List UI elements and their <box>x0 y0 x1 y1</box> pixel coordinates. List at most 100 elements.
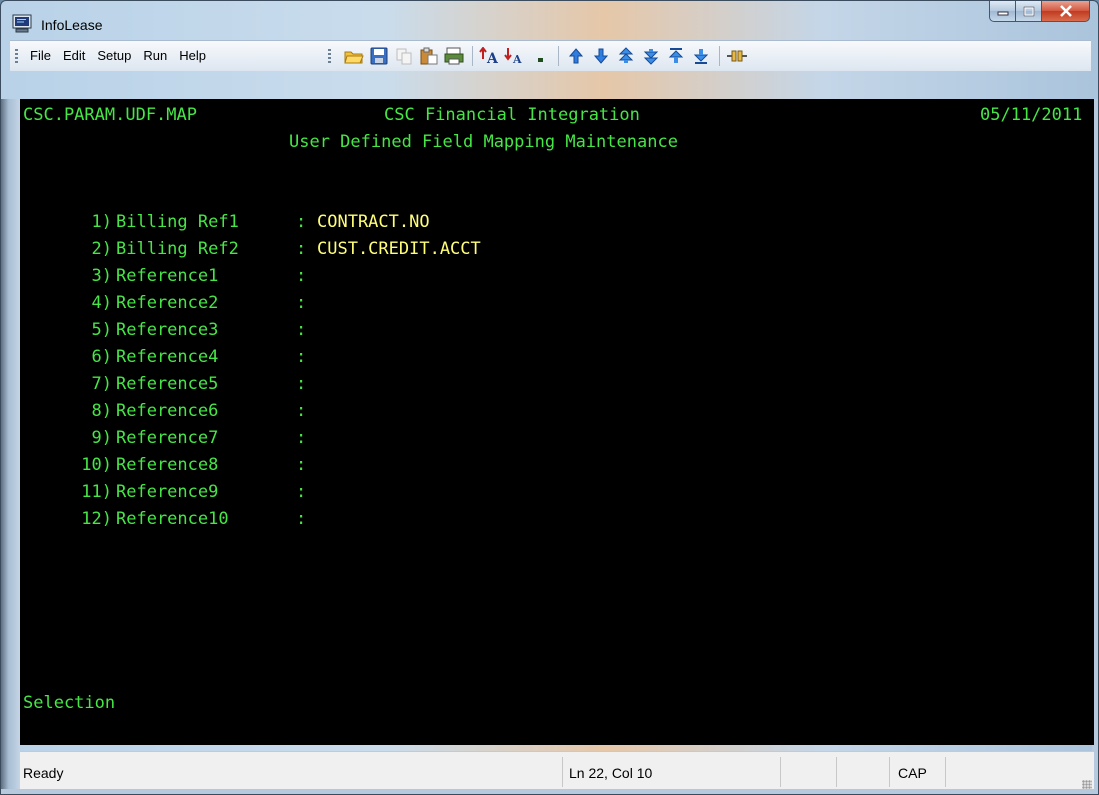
toolbar-separator <box>719 46 720 66</box>
svg-text:A: A <box>486 51 499 65</box>
menu-run[interactable]: Run <box>143 48 167 63</box>
go-top-button[interactable] <box>664 45 688 67</box>
status-caps: CAP <box>889 757 945 787</box>
field-separator: : <box>296 482 307 502</box>
window-frame-bottom <box>1 789 1098 794</box>
field-label[interactable]: Reference8 <box>116 455 218 475</box>
field-label[interactable]: Reference4 <box>116 347 218 367</box>
field-separator: : <box>296 266 307 286</box>
print-button[interactable] <box>442 45 466 67</box>
font-smaller-button[interactable]: A <box>503 45 527 67</box>
connect-button[interactable] <box>725 45 749 67</box>
program-id: CSC.PARAM.UDF.MAP <box>23 105 197 125</box>
field-separator: : <box>296 347 307 367</box>
caption-buttons <box>989 1 1090 23</box>
field-label[interactable]: Reference7 <box>116 428 218 448</box>
font-larger-button[interactable]: A <box>478 45 502 67</box>
field-separator: : <box>296 509 307 529</box>
window-title: InfoLease <box>41 17 103 33</box>
screen-title: CSC Financial Integration <box>384 105 640 125</box>
toolbar: A A <box>342 45 750 67</box>
status-ready: Ready <box>23 765 64 781</box>
field-number: 2) <box>91 239 112 259</box>
open-icon <box>344 51 364 64</box>
toolbar-grip[interactable] <box>328 49 331 65</box>
toolbar-separator <box>558 46 559 66</box>
field-label[interactable]: Reference1 <box>116 266 218 286</box>
status-pane-empty-2 <box>836 757 889 787</box>
terminal-screen[interactable]: CSC.PARAM.UDF.MAP CSC Financial Integrat… <box>20 99 1094 745</box>
field-separator: : <box>296 212 307 232</box>
page-up-button[interactable] <box>614 45 638 67</box>
page-down-button[interactable] <box>639 45 663 67</box>
field-number: 7) <box>91 374 112 394</box>
copy-button[interactable] <box>392 45 416 67</box>
maximize-button[interactable] <box>1016 1 1042 22</box>
field-label[interactable]: Reference10 <box>116 509 229 529</box>
top-icon <box>668 48 684 63</box>
menu-grip[interactable] <box>15 49 18 65</box>
screen-date: 05/11/2011 <box>980 105 1083 125</box>
field-label[interactable]: Billing Ref1 <box>116 212 239 232</box>
paste-icon <box>420 47 438 65</box>
status-pane-empty-1 <box>780 757 836 787</box>
field-separator: : <box>296 428 307 448</box>
field-number: 1) <box>91 212 112 232</box>
font-larger-icon: A <box>479 47 499 65</box>
field-value[interactable]: CONTRACT.NO <box>317 212 430 232</box>
field-number: 4) <box>91 293 112 313</box>
maximize-icon <box>1023 6 1034 16</box>
selection-prompt: Selection <box>23 693 116 713</box>
field-number: 11) <box>81 482 112 502</box>
bottom-icon <box>693 49 709 64</box>
field-label[interactable]: Reference3 <box>116 320 218 340</box>
menu-help[interactable]: Help <box>179 48 206 63</box>
field-separator: : <box>296 374 307 394</box>
paste-button[interactable] <box>417 45 441 67</box>
close-button[interactable] <box>1042 1 1090 22</box>
minimize-icon <box>997 11 1008 16</box>
field-value[interactable]: CUST.CREDIT.ACCT <box>317 239 481 259</box>
field-number: 5) <box>91 320 112 340</box>
window-frame-left <box>1 99 20 791</box>
copy-icon <box>396 48 412 65</box>
font-smaller-icon: A <box>504 48 522 65</box>
field-label[interactable]: Reference6 <box>116 401 218 421</box>
open-button[interactable] <box>342 45 366 67</box>
menu-edit[interactable]: Edit <box>63 48 85 63</box>
menu-bar: File Edit Setup Run Help <box>30 48 206 63</box>
save-icon <box>370 47 388 65</box>
field-label[interactable]: Reference5 <box>116 374 218 394</box>
field-number: 12) <box>81 509 112 529</box>
connect-icon <box>727 50 747 62</box>
field-label[interactable]: Reference9 <box>116 482 218 502</box>
arrow-up-icon <box>568 48 584 64</box>
scroll-down-button[interactable] <box>589 45 613 67</box>
status-position: Ln 22, Col 10 <box>562 757 780 787</box>
small-square-button[interactable] <box>528 45 552 67</box>
menu-setup[interactable]: Setup <box>97 48 131 63</box>
double-up-icon <box>618 47 634 63</box>
save-button[interactable] <box>367 45 391 67</box>
minimize-button[interactable] <box>989 1 1016 22</box>
double-down-icon <box>643 49 659 65</box>
field-label[interactable]: Reference2 <box>116 293 218 313</box>
field-separator: : <box>296 320 307 340</box>
print-icon <box>444 47 464 65</box>
go-bottom-button[interactable] <box>689 45 713 67</box>
status-bar: Ready Ln 22, Col 10 CAP <box>20 751 1094 792</box>
toolbar-separator <box>472 46 473 66</box>
field-number: 3) <box>91 266 112 286</box>
field-number: 6) <box>91 347 112 367</box>
menu-toolbar: File Edit Setup Run Help A A <box>10 40 1091 71</box>
status-pane-empty-3 <box>945 757 1005 787</box>
menu-file[interactable]: File <box>30 48 51 63</box>
svg-text:A: A <box>512 53 522 65</box>
scroll-up-button[interactable] <box>564 45 588 67</box>
field-separator: : <box>296 293 307 313</box>
small-square-icon <box>538 58 543 62</box>
field-label[interactable]: Billing Ref2 <box>116 239 239 259</box>
screen-subtitle: User Defined Field Mapping Maintenance <box>289 132 678 152</box>
terminal-app-icon[interactable] <box>12 14 32 34</box>
field-number: 10) <box>81 455 112 475</box>
